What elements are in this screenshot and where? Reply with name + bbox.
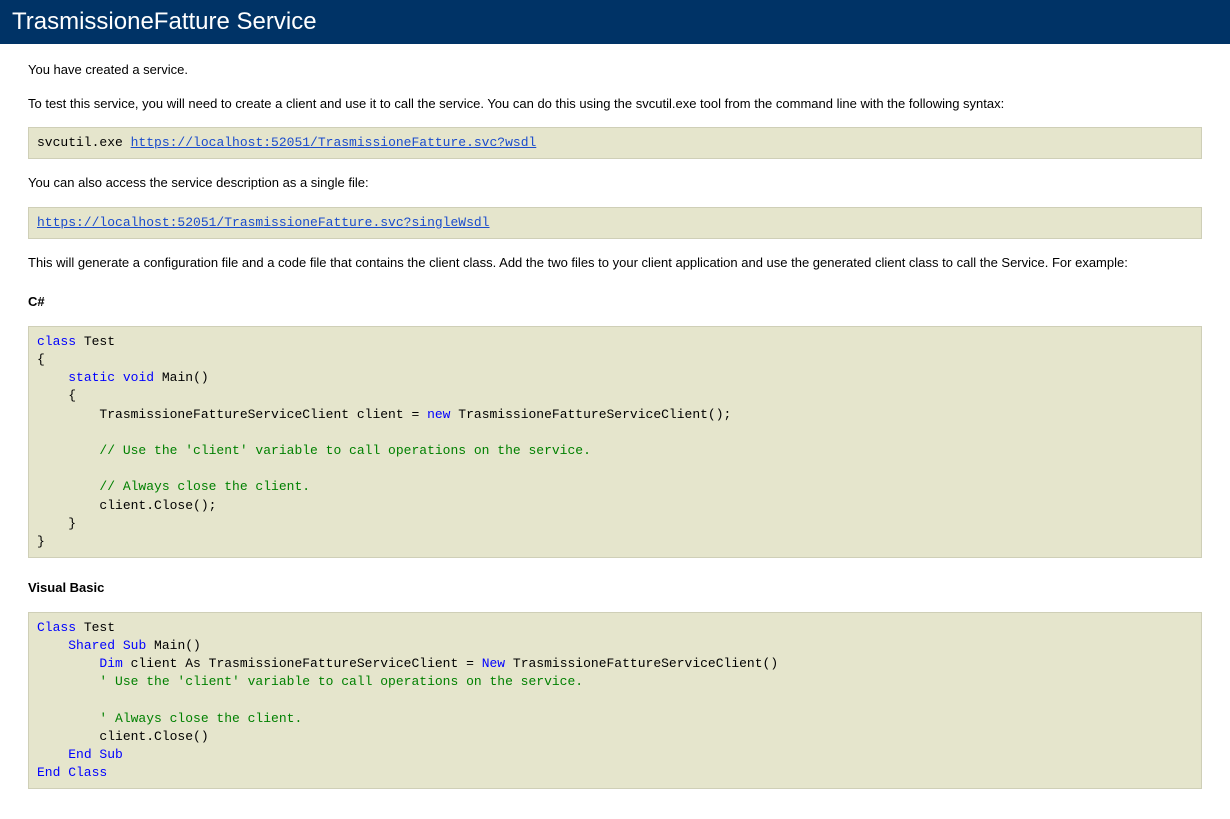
kw-dim: Dim — [99, 656, 122, 671]
svcutil-block: svcutil.exe https://localhost:52051/Tras… — [28, 127, 1202, 159]
kw-static: static — [68, 370, 115, 385]
svcutil-cmd: svcutil.exe — [37, 135, 131, 150]
page-content: You have created a service. To test this… — [0, 44, 1230, 819]
intro-test: To test this service, you will need to c… — [28, 94, 1202, 114]
kw-class: class — [37, 334, 76, 349]
svcutil-link[interactable]: https://localhost:52051/TrasmissioneFatt… — [131, 135, 537, 150]
kw-new: new — [427, 407, 450, 422]
kw-class-vb: Class — [37, 620, 76, 635]
csharp-code: class Test { static void Main() { Trasmi… — [28, 326, 1202, 558]
kw-new-vb: New — [482, 656, 505, 671]
vb-code: Class Test Shared Sub Main() Dim client … — [28, 612, 1202, 790]
kw-void: void — [123, 370, 154, 385]
csharp-label: C# — [28, 292, 1202, 312]
vb-label: Visual Basic — [28, 578, 1202, 598]
kw-endsub: End Sub — [68, 747, 123, 762]
page-header: TrasmissioneFatture Service — [0, 0, 1230, 44]
vb-comment-use: ' Use the 'client' variable to call oper… — [37, 674, 583, 689]
kw-shared: Shared — [68, 638, 115, 653]
cs-comment-use: // Use the 'client' variable to call ope… — [37, 443, 591, 458]
generate-note: This will generate a configuration file … — [28, 253, 1202, 273]
singlewsdl-link[interactable]: https://localhost:52051/TrasmissioneFatt… — [37, 215, 489, 230]
intro-created: You have created a service. — [28, 60, 1202, 80]
cs-comment-close: // Always close the client. — [37, 479, 310, 494]
singlefile-intro: You can also access the service descript… — [28, 173, 1202, 193]
page-title: TrasmissioneFatture Service — [12, 8, 1218, 36]
kw-endclass: End Class — [37, 765, 107, 780]
kw-sub: Sub — [123, 638, 146, 653]
vb-comment-close: ' Always close the client. — [37, 711, 302, 726]
singlewsdl-block: https://localhost:52051/TrasmissioneFatt… — [28, 207, 1202, 239]
